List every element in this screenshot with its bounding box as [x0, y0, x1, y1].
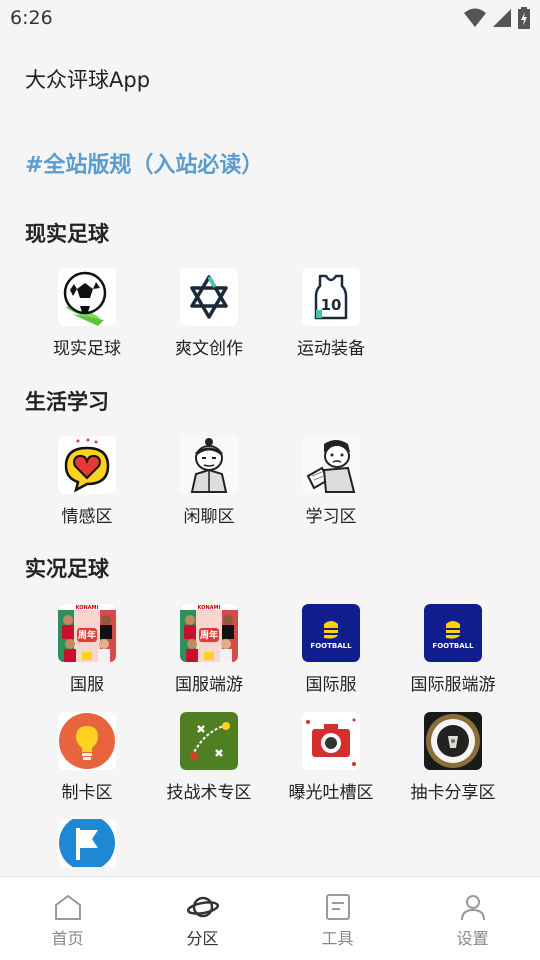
nav-label: 分区: [186, 929, 219, 948]
nav-label: 设置: [456, 929, 489, 948]
category-label: 国服: [70, 675, 104, 695]
efootball-text: FOOTBALL: [310, 642, 352, 650]
category-chat[interactable]: 闲聊区: [147, 436, 271, 532]
category-label: 国际服: [305, 675, 357, 695]
bottom-nav: 首页 分区 工具 设置: [0, 876, 540, 960]
category-label: 技战术专区: [166, 783, 252, 803]
section-title-real-football: 现实足球: [25, 222, 109, 246]
lightbulb-icon: [58, 712, 116, 770]
user-icon: [460, 895, 485, 921]
nav-home[interactable]: 首页: [0, 877, 135, 960]
meme-face-icon: [180, 436, 238, 494]
battery-icon: [518, 7, 530, 29]
category-intl-server[interactable]: FOOTBALL 国际服: [269, 604, 393, 700]
section-title-efootball: 实况足球: [25, 557, 109, 581]
konami-players-icon: KONAMI 周年: [58, 604, 116, 662]
rules-link[interactable]: #全站版规（入站必读）: [25, 147, 263, 179]
cellular-signal-icon: [493, 9, 511, 27]
category-label: 爽文创作: [175, 339, 243, 359]
anniversary-text: 周年: [200, 629, 218, 641]
category-emotion[interactable]: 情感区: [25, 436, 149, 532]
efootball-icon: FOOTBALL: [302, 604, 360, 662]
category-fiction-writing[interactable]: 爽文创作: [147, 268, 271, 364]
jersey-icon: 10: [302, 268, 360, 326]
category-tactics[interactable]: 技战术专区: [147, 712, 271, 808]
nav-label: 首页: [51, 929, 84, 948]
nav-label: 工具: [321, 929, 354, 948]
category-card-making[interactable]: 制卡区: [25, 712, 149, 808]
anniversary-text: 周年: [78, 629, 96, 641]
category-cn-server-pc[interactable]: KONAMI 周年 国服端游: [147, 604, 271, 700]
section-title-life-study: 生活学习: [25, 390, 109, 414]
category-flag[interactable]: [25, 819, 149, 875]
category-label: 现实足球: [53, 339, 121, 359]
planet-icon: [186, 896, 219, 918]
category-sports-gear[interactable]: 10 运动装备: [269, 268, 393, 364]
camera-icon: [302, 712, 360, 770]
heart-speech-icon: [58, 436, 116, 494]
tactics-board-icon: [180, 712, 238, 770]
status-time: 6:26: [10, 7, 53, 29]
wifi-icon: [464, 8, 486, 27]
study-meme-icon: [302, 436, 360, 494]
nav-tools[interactable]: 工具: [270, 877, 405, 960]
category-label: 情感区: [61, 507, 113, 527]
konami-text: KONAMI: [76, 605, 99, 611]
nav-sections[interactable]: 分区: [135, 877, 270, 960]
flag-icon: [58, 819, 116, 867]
jersey-number: 10: [321, 296, 342, 314]
category-label: 曝光吐槽区: [288, 783, 374, 803]
category-study[interactable]: 学习区: [269, 436, 393, 532]
card-draw-icon: [424, 712, 482, 770]
tools-doc-icon: [325, 894, 350, 920]
category-label: 学习区: [305, 507, 357, 527]
category-intl-server-pc[interactable]: FOOTBALL 国际服端游: [391, 604, 515, 700]
category-cn-server[interactable]: KONAMI 周年 国服: [25, 604, 149, 700]
efootball-icon: FOOTBALL: [424, 604, 482, 662]
category-label: 国服端游: [175, 675, 243, 695]
category-label: 国际服端游: [410, 675, 496, 695]
status-icons: [464, 7, 530, 29]
nav-settings[interactable]: 设置: [405, 877, 540, 960]
category-label: 闲聊区: [183, 507, 235, 527]
soccer-ball-icon: [58, 268, 116, 326]
konami-players-icon: KONAMI 周年: [180, 604, 238, 662]
status-bar: 6:26: [0, 0, 540, 36]
category-label: 运动装备: [297, 339, 365, 359]
star-of-david-icon: [180, 268, 238, 326]
konami-text: KONAMI: [198, 605, 221, 611]
home-icon: [54, 895, 81, 920]
category-label: 制卡区: [61, 783, 113, 803]
category-label: 抽卡分享区: [410, 783, 496, 803]
app-title: 大众评球App: [25, 68, 151, 92]
category-real-football[interactable]: 现实足球: [25, 268, 149, 364]
efootball-text: FOOTBALL: [432, 642, 474, 650]
category-card-draw[interactable]: 抽卡分享区: [391, 712, 515, 808]
category-exposure[interactable]: 曝光吐槽区: [269, 712, 393, 808]
